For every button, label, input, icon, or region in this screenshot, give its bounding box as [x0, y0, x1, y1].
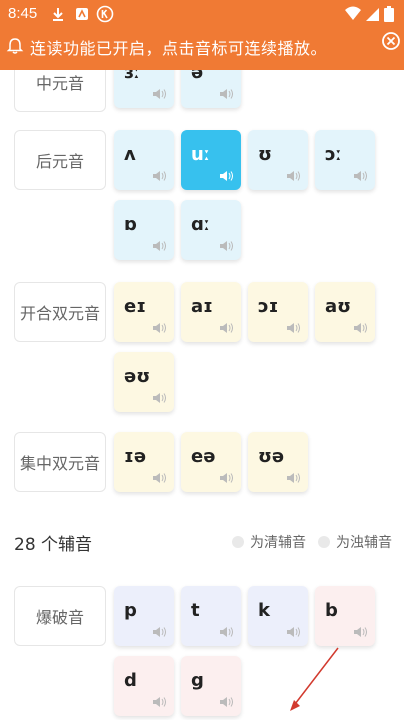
phoneme-tile[interactable]: t [181, 586, 241, 646]
speaker-icon [153, 241, 166, 251]
phoneme-tile[interactable]: d [114, 656, 174, 716]
phoneme-tile[interactable]: ɔː [315, 130, 375, 190]
phoneme-tile[interactable]: ɜː [114, 70, 174, 108]
category-central-vowels[interactable]: 中元音 [14, 70, 106, 112]
speaker-icon [220, 473, 233, 483]
category-centering-diphthongs[interactable]: 集中双元音 [14, 432, 106, 492]
speaker-icon [354, 627, 367, 637]
phoneme-tile[interactable]: eə [181, 432, 241, 492]
speaker-icon [153, 697, 166, 707]
bell-icon [6, 38, 24, 54]
speaker-icon [153, 393, 166, 403]
category-back-vowels[interactable]: 后元音 [14, 130, 106, 190]
phoneme-tile[interactable]: ɪə [114, 432, 174, 492]
speaker-icon [287, 627, 300, 637]
speaker-icon [287, 473, 300, 483]
phoneme-tile[interactable]: ʊə [248, 432, 308, 492]
speaker-icon [153, 473, 166, 483]
phoneme-tile[interactable]: ɒ [114, 200, 174, 260]
phoneme-tile-active[interactable]: uː [181, 130, 241, 190]
speaker-icon [153, 627, 166, 637]
phoneme-tile[interactable]: k [248, 586, 308, 646]
status-time: 8:45 [8, 5, 38, 22]
phoneme-tile[interactable]: eɪ [114, 282, 174, 342]
app-notification-icon [76, 8, 88, 20]
phoneme-tile[interactable]: ʌ [114, 130, 174, 190]
phoneme-tile[interactable]: b [315, 586, 375, 646]
speaker-icon [287, 171, 300, 181]
phoneme-tile[interactable]: əʊ [114, 352, 174, 412]
download-icon [53, 8, 63, 21]
speaker-icon [354, 323, 367, 333]
phoneme-tile[interactable]: ʊ [248, 130, 308, 190]
phoneme-tile[interactable]: aʊ [315, 282, 375, 342]
category-plosives[interactable]: 爆破音 [14, 586, 106, 646]
battery-icon [384, 6, 394, 22]
phoneme-tile[interactable]: aɪ [181, 282, 241, 342]
speaker-icon [220, 241, 233, 251]
speaker-icon [153, 89, 166, 99]
close-banner-button[interactable] [380, 30, 402, 52]
category-closing-diphthongs[interactable]: 开合双元音 [14, 282, 106, 342]
consonants-section-title: 28 个辅音 [14, 535, 93, 555]
speaker-icon [220, 697, 233, 707]
speaker-icon [220, 323, 233, 333]
legend-voiceless: 为清辅音 [232, 532, 306, 552]
phoneme-tile[interactable]: ɔɪ [248, 282, 308, 342]
speaker-icon [220, 627, 233, 637]
annotation-arrow-icon [290, 647, 339, 711]
legend-dot [232, 536, 244, 548]
signal-icon [366, 8, 379, 21]
speaker-icon [354, 171, 367, 181]
speaker-icon [220, 171, 233, 181]
banner-text: 连读功能已开启，点击音标可连续播放。 [30, 39, 328, 58]
phoneme-tile[interactable]: p [114, 586, 174, 646]
continuous-play-banner: 连读功能已开启，点击音标可连续播放。 [0, 30, 404, 66]
legend-dot [318, 536, 330, 548]
speaker-icon [153, 171, 166, 181]
speaker-icon [220, 89, 233, 99]
phonetic-chart: 中元音 ɜː ə 后元音 ʌ uː ʊ ɔː ɒ ɑː 开合双元音 eɪ aɪ … [0, 70, 404, 720]
k-badge-icon [96, 5, 114, 23]
wifi-icon [345, 6, 361, 20]
speaker-icon [287, 323, 300, 333]
phoneme-tile[interactable]: ə [181, 70, 241, 108]
phoneme-tile[interactable]: ɑː [181, 200, 241, 260]
legend-voiced: 为浊辅音 [318, 532, 392, 552]
header: 8:45 连读功能已开启，点击音标可连续播放。 [0, 0, 404, 70]
speaker-icon [153, 323, 166, 333]
status-bar: 8:45 [0, 0, 404, 30]
phoneme-tile[interactable]: g [181, 656, 241, 716]
